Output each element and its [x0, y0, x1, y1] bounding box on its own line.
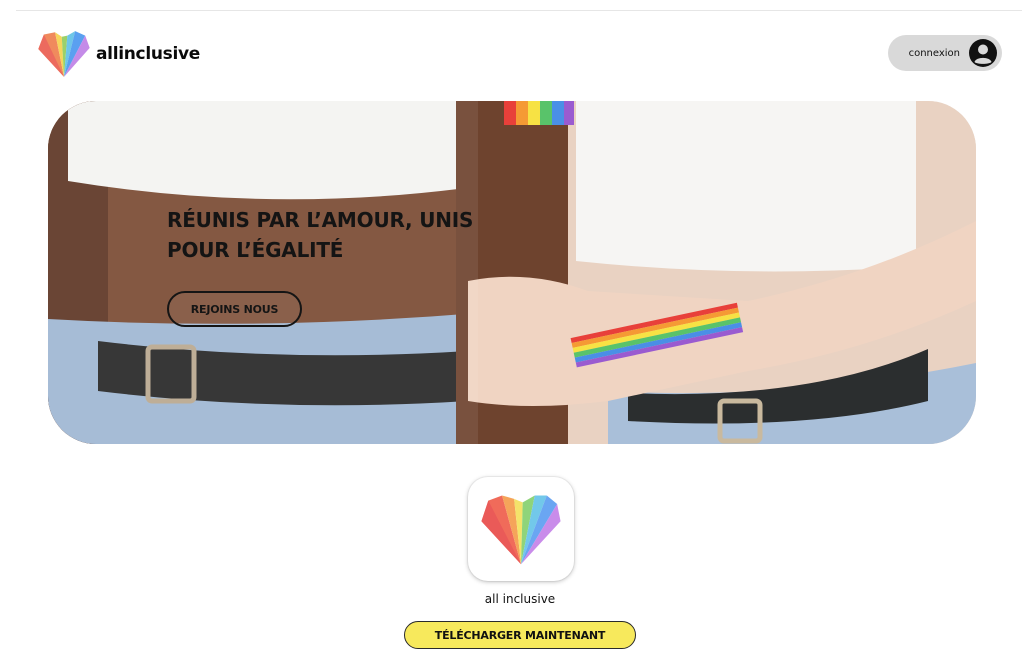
brand-logo[interactable]: allinclusive — [36, 30, 200, 78]
login-button[interactable]: connexion — [888, 35, 1002, 71]
app-name: all inclusive — [484, 592, 556, 606]
download-now-label: TÉLÉCHARGER MAINTENANT — [434, 628, 606, 642]
join-us-button[interactable]: REJOINS NOUS — [167, 291, 302, 327]
hero-banner: RÉUNIS PAR L’AMOUR, UNIS POUR L’ÉGALITÉ … — [48, 101, 976, 444]
rainbow-heart-icon — [481, 495, 561, 565]
hero-title: RÉUNIS PAR L’AMOUR, UNIS POUR L’ÉGALITÉ — [167, 208, 474, 262]
download-now-button[interactable]: TÉLÉCHARGER MAINTENANT — [404, 621, 636, 649]
rainbow-heart-icon — [38, 31, 90, 77]
login-label: connexion — [908, 47, 960, 59]
hero-photo — [48, 101, 976, 444]
user-avatar-icon — [969, 39, 997, 67]
join-us-label: REJOINS NOUS — [190, 302, 279, 316]
top-divider — [16, 10, 1022, 11]
app-icon-tile[interactable] — [468, 477, 574, 581]
brand-name: allinclusive — [96, 44, 201, 64]
